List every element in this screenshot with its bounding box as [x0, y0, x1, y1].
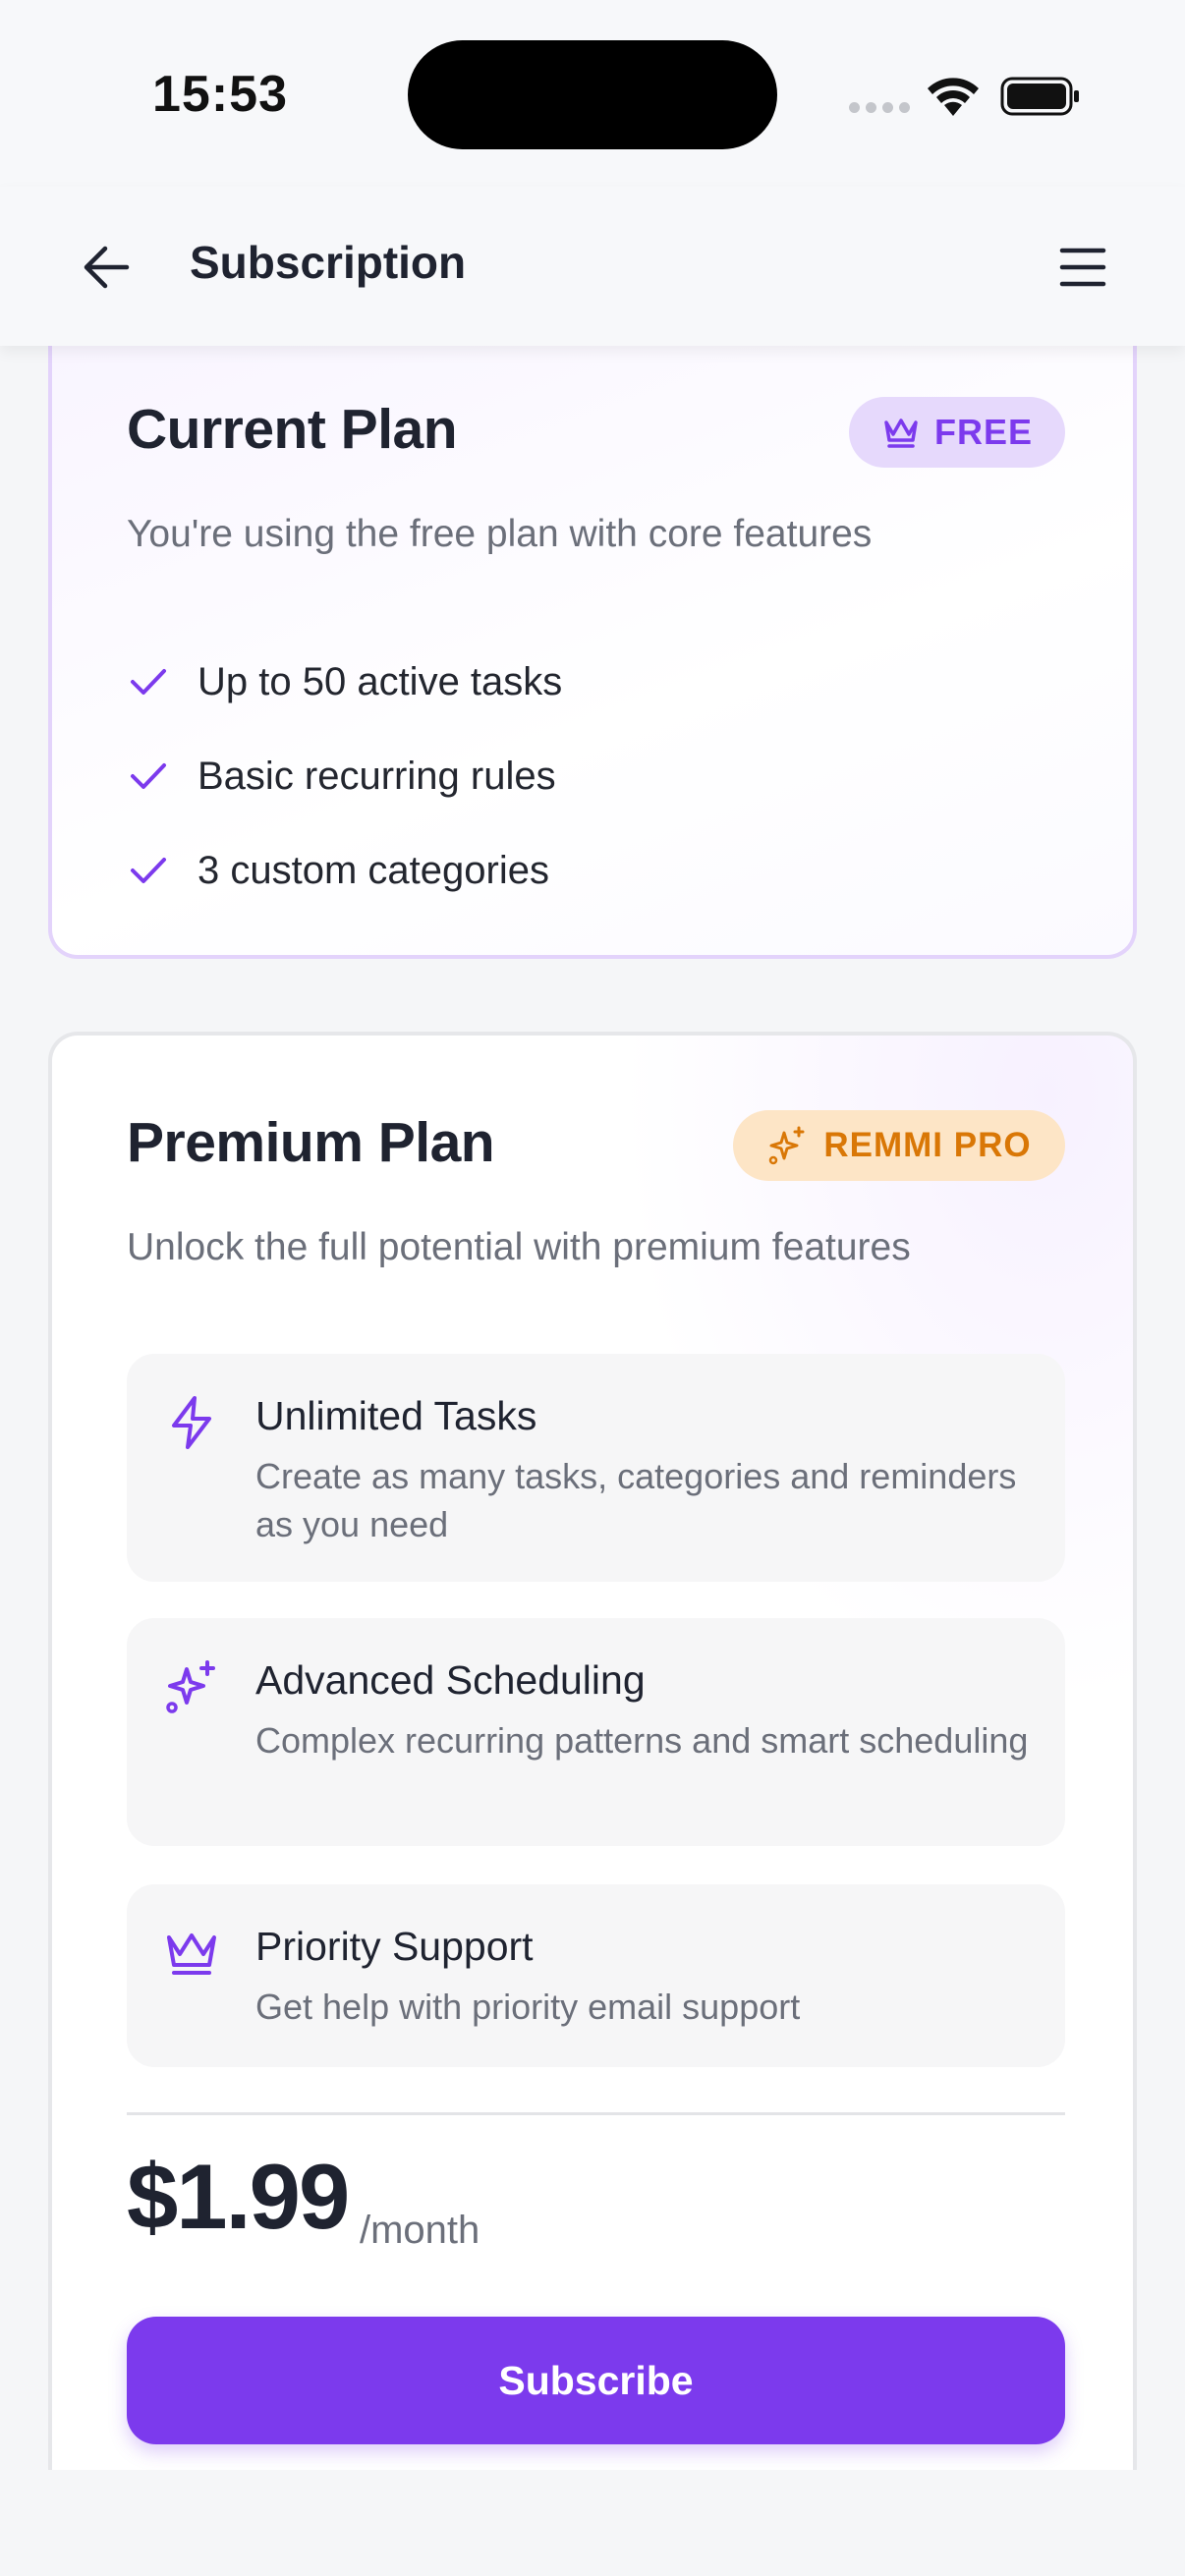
feature-description: Create as many tasks, categories and rem… [255, 1456, 1017, 1544]
free-badge: FREE [849, 397, 1065, 468]
status-bar: 15:53 [0, 0, 1185, 187]
feature-description: Get help with priority email support [255, 1987, 801, 2027]
current-plan-card: Current Plan FREE You're using the free … [48, 295, 1137, 959]
premium-feature-priority-support: Priority Support Get help with priority … [127, 1884, 1065, 2067]
check-icon [131, 858, 166, 883]
crown-icon [884, 419, 918, 448]
premium-plan-card: Premium Plan REMMI PRO Unlock the full p… [48, 1032, 1137, 2525]
price: $1.99 [127, 2145, 350, 2248]
divider [127, 2112, 1065, 2115]
page-title: Subscription [190, 237, 467, 288]
check-icon [131, 763, 166, 789]
back-button[interactable] [77, 238, 136, 297]
cellular-signal-icon [849, 102, 910, 113]
hamburger-menu-icon [1059, 248, 1106, 287]
feature-item: Basic recurring rules [127, 729, 562, 823]
feature-item: 3 custom categories [127, 823, 562, 918]
premium-plan-description: Unlock the full potential with premium f… [127, 1226, 911, 1268]
feature-label: Basic recurring rules [198, 754, 556, 798]
bottom-area [0, 2470, 1185, 2576]
status-time: 15:53 [152, 66, 288, 123]
pro-badge: REMMI PRO [733, 1110, 1065, 1181]
menu-button[interactable] [1055, 240, 1110, 295]
premium-feature-unlimited-tasks: Unlimited Tasks Create as many tasks, ca… [127, 1354, 1065, 1582]
feature-description: Complex recurring patterns and smart sch… [255, 1720, 1029, 1761]
feature-title: Advanced Scheduling [255, 1657, 646, 1703]
premium-plan-title: Premium Plan [127, 1111, 495, 1174]
lightning-icon [172, 1396, 211, 1449]
wifi-icon [928, 78, 979, 116]
premium-feature-advanced-scheduling: Advanced Scheduling Complex recurring pa… [127, 1618, 1065, 1846]
sparkles-icon [166, 1660, 215, 1713]
current-plan-description: You're using the free plan with core fea… [127, 513, 873, 555]
app-header: Subscription [0, 187, 1185, 346]
feature-title: Priority Support [255, 1924, 534, 1969]
feature-item: Up to 50 active tasks [127, 635, 562, 729]
arrow-left-icon [84, 246, 130, 289]
current-plan-title: Current Plan [127, 398, 458, 461]
current-plan-feature-list: Up to 50 active tasks Basic recurring ru… [127, 635, 562, 918]
free-badge-label: FREE [933, 412, 1033, 452]
feature-label: Up to 50 active tasks [198, 659, 563, 703]
sparkles-icon [769, 1126, 805, 1165]
feature-label: 3 custom categories [198, 848, 549, 892]
subscribe-button[interactable]: Subscribe [127, 2317, 1065, 2444]
crown-icon [167, 1933, 216, 1975]
pro-badge-label: REMMI PRO [823, 1126, 1032, 1164]
check-icon [131, 669, 166, 695]
dynamic-island [408, 40, 777, 149]
battery-icon [1000, 77, 1079, 116]
price-period: /month [360, 2209, 480, 2252]
feature-title: Unlimited Tasks [255, 1393, 537, 1438]
